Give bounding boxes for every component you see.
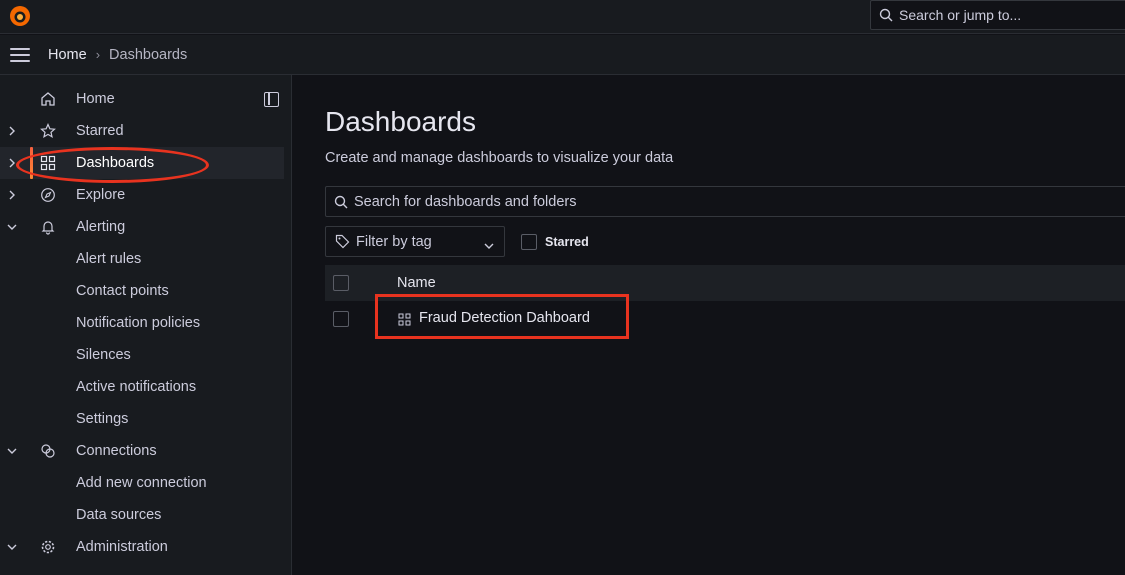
search-placeholder: Search or jump to... — [899, 7, 1022, 23]
chevron-down-icon — [484, 238, 494, 254]
main-content: Dashboards Create and manage dashboards … — [293, 75, 1125, 575]
sidebar-item-notification-policies[interactable]: Notification policies — [0, 307, 284, 339]
compass-icon — [39, 186, 57, 204]
breadcrumb-separator: › — [95, 47, 101, 62]
breadcrumb: Home › Dashboards — [0, 35, 1125, 75]
star-icon — [39, 122, 57, 140]
sidebar-item-alert-rules[interactable]: Alert rules — [0, 243, 284, 275]
chevron-right-icon[interactable] — [6, 125, 18, 137]
sidebar-item-label: Administration — [76, 539, 168, 555]
sidebar-item-contact-points[interactable]: Contact points — [0, 275, 284, 307]
sidebar-item-label: Connections — [76, 443, 157, 459]
chevron-down-icon[interactable] — [6, 541, 18, 553]
sidebar-item-add-new-connection[interactable]: Add new connection — [0, 467, 284, 499]
sidebar-item-label: Starred — [76, 123, 124, 139]
search-icon — [879, 8, 893, 22]
grafana-logo-icon[interactable] — [8, 4, 32, 28]
bell-icon — [39, 218, 57, 236]
breadcrumb-home[interactable]: Home — [48, 47, 87, 63]
tag-filter-label: Filter by tag — [356, 233, 432, 250]
home-icon — [39, 90, 57, 108]
starred-label: Starred — [545, 235, 589, 249]
sidebar-item-settings[interactable]: Settings — [0, 403, 284, 435]
search-or-jump-input[interactable]: Search or jump to... — [870, 0, 1125, 30]
tag-icon — [335, 234, 350, 249]
search-icon — [334, 195, 348, 208]
column-header-name: Name — [397, 275, 436, 291]
chevron-down-icon[interactable] — [6, 221, 18, 233]
sidebar-item-administration[interactable]: Administration — [0, 531, 284, 563]
menu-icon[interactable] — [10, 47, 30, 62]
sidebar-item-active-notifications[interactable]: Active notifications — [0, 371, 284, 403]
sidebar-item-label: Settings — [76, 411, 129, 427]
sidebar-item-label: Alert rules — [76, 251, 142, 267]
sidebar-item-home[interactable]: Home — [0, 83, 284, 115]
sidebar-item-connections[interactable]: Connections — [0, 435, 284, 467]
cog-icon — [39, 538, 57, 556]
row-checkbox[interactable] — [333, 311, 349, 327]
sidebar-item-label: Contact points — [76, 283, 169, 299]
top-bar: Search or jump to... — [0, 0, 1125, 34]
sidebar-item-alerting[interactable]: Alerting — [0, 211, 284, 243]
sidebar-item-label: Home — [76, 91, 115, 107]
sidebar-item-label: Silences — [76, 347, 131, 363]
sidebar-item-silences[interactable]: Silences — [0, 339, 284, 371]
sidebar-item-label: Explore — [76, 187, 126, 203]
sidebar-item-explore[interactable]: Explore — [0, 179, 284, 211]
search-placeholder: Search for dashboards and folders — [354, 193, 577, 210]
dashboard-search-input[interactable]: Search for dashboards and folders — [325, 186, 1125, 217]
breadcrumb-current: Dashboards — [109, 46, 188, 63]
annotation-rectangle — [375, 294, 629, 339]
connections-icon — [39, 442, 57, 460]
chevron-down-icon[interactable] — [6, 445, 18, 457]
starred-checkbox[interactable] — [521, 234, 537, 250]
annotation-oval — [16, 147, 209, 183]
sidebar-item-label: Alerting — [76, 219, 126, 235]
page-title: Dashboards — [325, 106, 476, 137]
sidebar-item-starred[interactable]: Starred — [0, 115, 284, 147]
select-all-checkbox[interactable] — [333, 275, 349, 291]
tag-filter-select[interactable]: Filter by tag — [325, 226, 505, 257]
chevron-right-icon[interactable] — [6, 189, 18, 201]
sidebar-item-label: Add new connection — [76, 475, 207, 491]
sidebar-item-data-sources[interactable]: Data sources — [0, 499, 284, 531]
sidebar-item-label: Active notifications — [76, 379, 197, 395]
page-subtitle: Create and manage dashboards to visualiz… — [325, 150, 674, 166]
sidebar-item-label: Data sources — [76, 507, 162, 523]
sidebar-item-label: Notification policies — [76, 315, 201, 331]
